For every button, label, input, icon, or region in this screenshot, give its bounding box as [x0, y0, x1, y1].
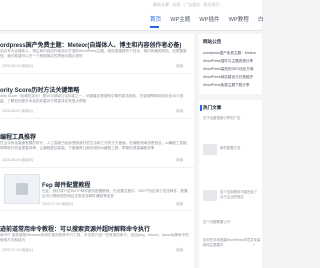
chevron-right-icon[interactable]: › — [253, 242, 255, 248]
notice-box: 网站公告 wordpress国产免费主题：Meteor WordPress插件与… — [199, 34, 262, 94]
article-title[interactable]: ority Score历时方法关键策略 — [0, 85, 192, 94]
notice-title: 网站公告 — [203, 39, 222, 44]
article-title[interactable]: 迹前道常用命令教程：可以搜索资源并超时解释命令执行 — [0, 224, 192, 233]
article-meta: 2023-08-07 阅读(2) — [2, 109, 33, 113]
divider — [0, 167, 194, 168]
notice-link[interactable]: WordPress网站建设与日常维护 — [203, 75, 261, 80]
notice-link[interactable]: WordPress插件与主题资源分享 — [203, 59, 261, 64]
article-excerpt: 命令行 迹前道是Windows系统中常用的命令行工具，本文将介绍一些常用的命令，… — [0, 233, 189, 243]
popular-thumbnail[interactable] — [203, 190, 217, 201]
article-title[interactable]: ordpress国产免费主题：Meteor(自媒体人、博主和内容创作者必备) — [0, 40, 192, 49]
article-meta: 2023-07-16 阅读(1) — [2, 248, 33, 252]
nav-wp-themes[interactable]: WP主题 — [170, 15, 190, 23]
popular-item[interactable]: 关于百度搜索引擎的广告 — [203, 116, 261, 121]
top-header: 最新文章 - 标签 - 广告服务 - 联系我们 首页 WP主题 WP插件 WP教… — [0, 0, 263, 31]
article-title[interactable]: 编程工具推荐 — [0, 132, 192, 141]
divider — [0, 210, 194, 211]
popular-item[interactable]: 这个应用程序可能违反了对于企业的规定 — [220, 190, 260, 199]
read-more-link[interactable]: 阅读 — [176, 64, 183, 69]
read-more-link[interactable]: 阅读 — [176, 248, 183, 253]
article-excerpt: ority Score（权威性评分）是SEO领域公认标准之一，尽管最初是搜索引擎… — [0, 94, 184, 104]
image-icon — [16, 183, 28, 195]
article-excerpt: 在此，我们将介绍SMTP邮件服务配置教程，在设置过程中，SMTP协议用于发送邮件… — [42, 189, 188, 199]
section-bar — [200, 105, 202, 111]
divider — [0, 118, 194, 119]
top-links[interactable]: 最新文章 - 标签 - 广告服务 - 联系我们 — [153, 2, 220, 8]
article-excerpt: 在当今科技高速发展的时代，人工智能已经渗透到我们的生活和工作的方方面面。在编程领… — [0, 141, 187, 151]
nav-home[interactable]: 首页 — [150, 15, 161, 23]
article-thumbnail[interactable] — [4, 174, 40, 204]
nav-wp-plugins[interactable]: WP插件 — [199, 15, 219, 23]
read-more-link[interactable]: 阅读 — [176, 109, 183, 114]
popular-item[interactable]: 这个问题需要公开 — [203, 220, 261, 225]
popular-thumbnail[interactable] — [203, 144, 217, 155]
popular-title: 热门文章 — [203, 105, 222, 110]
read-more-link[interactable]: 阅读 — [176, 158, 183, 163]
main-nav: 首页 WP主题 WP插件 WP教程 白 — [150, 15, 263, 23]
notice-link[interactable]: WordPress高效的SEO优化方案 — [203, 67, 261, 72]
article-title[interactable]: Fep 邮件配置教程 — [42, 180, 192, 189]
nav-more[interactable]: 白 — [258, 15, 264, 23]
notice-link[interactable]: WordPress免费主题下载分享 — [203, 83, 261, 88]
active-nav-indicator — [150, 26, 159, 28]
notice-link[interactable]: wordpress国产免费主题：Meteor — [203, 51, 261, 56]
read-more-link[interactable]: 阅读 — [176, 202, 183, 207]
article-meta: 2023-08-18 阅读(2) — [2, 64, 33, 68]
nav-wp-tutorials[interactable]: WP教程 — [229, 15, 249, 23]
article-meta: 2023-08-05 阅读(0) — [2, 158, 33, 162]
article-list: ordpress国产免费主题：Meteor(自媒体人、博主和内容创作者必备) 站… — [0, 34, 194, 268]
article-excerpt: 站点专为自媒体人、博主和内容创作者设计打造的WordPress主题。轻松搭建具有… — [0, 49, 187, 59]
article-meta: 2023-07-22 阅读(0) — [42, 202, 73, 206]
divider — [0, 73, 194, 74]
popular-item[interactable]: 邮件配置方法 — [220, 146, 260, 151]
